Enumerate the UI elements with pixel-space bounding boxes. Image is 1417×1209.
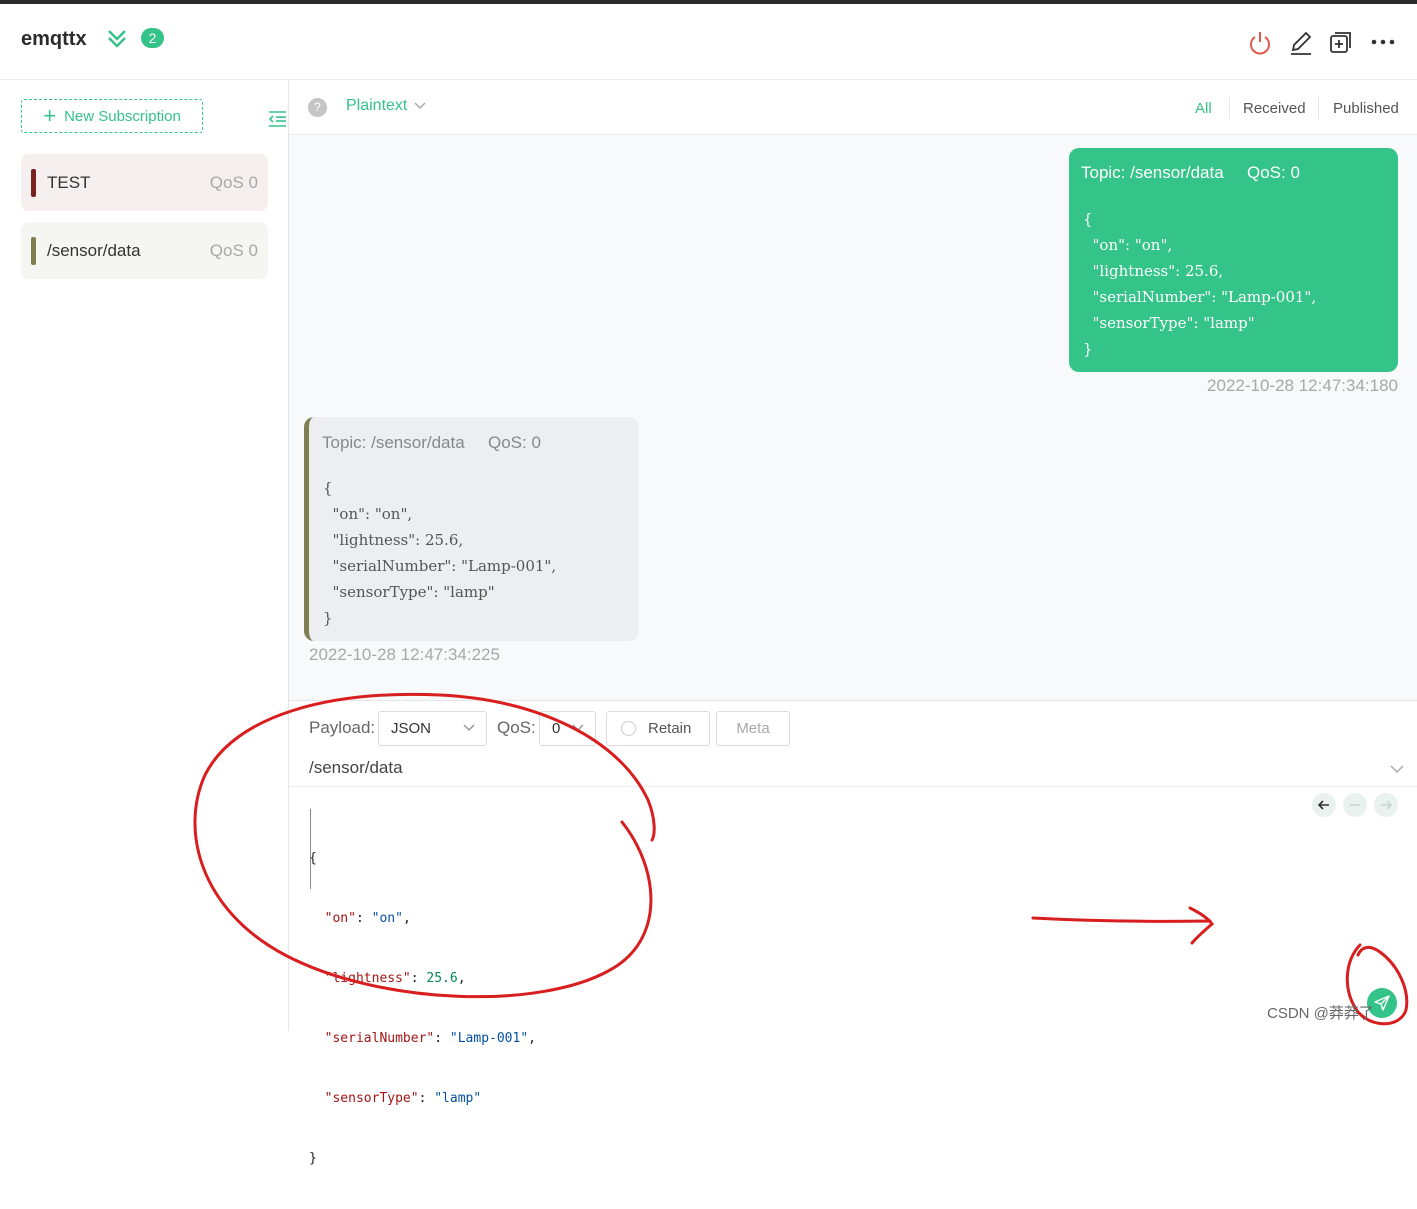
send-icon [1374,995,1390,1011]
subscription-sidebar: + New Subscription TEST QoS 0 /sensor/da… [0,80,289,1031]
publish-composer: Payload: JSON QoS: 0 Retain Meta { "on":… [289,700,1417,1166]
power-icon[interactable] [1246,29,1274,57]
payload-label: Payload: [309,718,376,737]
message-qos: QoS: 0 [1247,163,1300,182]
message-payload: { "on": "on", "lightness": 25.6, "serial… [1083,210,1317,358]
payload-editor[interactable]: { "on": "on", "lightness": 25.6, "serial… [309,789,536,1209]
received-message-bubble[interactable]: Topic: /sensor/data QoS: 0 { "on": "on",… [304,417,639,641]
message-timestamp: 2022-10-28 12:47:34:180 [1207,376,1398,395]
chevron-down-icon [572,724,584,732]
subscription-color-bar [31,236,36,265]
connection-name: emqttx [21,28,87,50]
meta-button[interactable]: Meta [716,711,790,746]
divider [1318,97,1319,119]
arrow-left-icon [1317,800,1329,810]
chevron-down-icon [463,724,475,732]
subscription-color-bar [31,168,36,197]
retain-toggle[interactable]: Retain [606,711,710,746]
editor-brace-close: } [309,1151,317,1166]
connection-header: emqttx 2 [0,4,1417,80]
payload-type-value: JSON [391,720,432,737]
payload-format-value: Plaintext [346,97,408,114]
editor-key: "lightness" [324,971,411,986]
help-icon[interactable]: ? [308,98,327,117]
plus-icon: + [43,103,57,128]
filter-published[interactable]: Published [1333,100,1399,117]
chevron-down-icon[interactable] [1389,761,1405,777]
filter-received[interactable]: Received [1243,100,1306,117]
editor-key: "sensorType" [324,1091,419,1106]
editor-comma: , [457,971,466,986]
arrow-right-icon [1381,800,1393,810]
subscription-qos: QoS 0 [209,172,258,192]
divider [1229,97,1230,119]
payload-format-select[interactable]: Plaintext [346,97,427,115]
history-next-button[interactable] [1374,793,1398,817]
message-payload: { "on": "on", "lightness": 25.6, "serial… [323,479,557,627]
published-message-bubble[interactable]: Topic: /sensor/data QoS: 0 { "on": "on",… [1069,148,1398,372]
editor-key: "serialNumber" [324,1031,435,1046]
indent-guide [310,809,311,889]
qos-label: QoS: [497,718,536,737]
message-panel: ? Plaintext All Received Published Topic… [289,80,1417,1166]
subscription-item-test[interactable]: TEST QoS 0 [21,154,268,211]
retain-label: Retain [648,720,692,737]
qos-value: 0 [552,720,561,737]
message-timestamp: 2022-10-28 12:47:34:225 [309,645,500,664]
payload-type-select[interactable]: JSON [378,711,487,746]
editor-value: "lamp" [434,1091,482,1106]
editor-key: "on" [324,911,356,926]
subscription-item-sensor-data[interactable]: /sensor/data QoS 0 [21,222,268,279]
divider [289,786,1417,787]
radio-icon [621,721,636,736]
topic-input[interactable] [309,755,1389,781]
editor-value: "Lamp-001" [449,1031,529,1046]
editor-comma: , [528,1031,536,1046]
watermark: CSDN @莽莽了 [1267,1005,1374,1022]
message-topic: Topic: /sensor/data [322,433,465,452]
more-icon[interactable] [1369,29,1397,57]
new-subscription-button[interactable]: + New Subscription [21,99,203,133]
filter-all[interactable]: All [1195,100,1212,117]
subscription-qos: QoS 0 [209,240,258,260]
subscription-topic: /sensor/data [47,240,141,260]
message-topic: Topic: /sensor/data [1081,163,1224,182]
editor-value: "on" [371,911,403,926]
editor-comma: , [402,911,411,926]
new-subscription-label: New Subscription [64,107,181,125]
subscription-topic: TEST [47,172,91,192]
history-clear-button[interactable] [1343,793,1367,817]
chevron-down-icon [414,102,426,110]
qos-select[interactable]: 0 [539,711,596,746]
edit-icon[interactable] [1287,29,1315,57]
connection-count-badge: 2 [141,28,164,48]
history-prev-button[interactable] [1312,793,1336,817]
message-qos: QoS: 0 [488,433,541,452]
double-chevron-down-icon[interactable] [106,26,128,50]
new-window-icon[interactable] [1327,29,1355,57]
minus-icon [1350,804,1360,806]
editor-value: 25.6 [426,971,458,986]
message-toolbar: ? Plaintext All Received Published [289,80,1417,135]
collapse-sidebar-icon[interactable] [267,110,287,128]
